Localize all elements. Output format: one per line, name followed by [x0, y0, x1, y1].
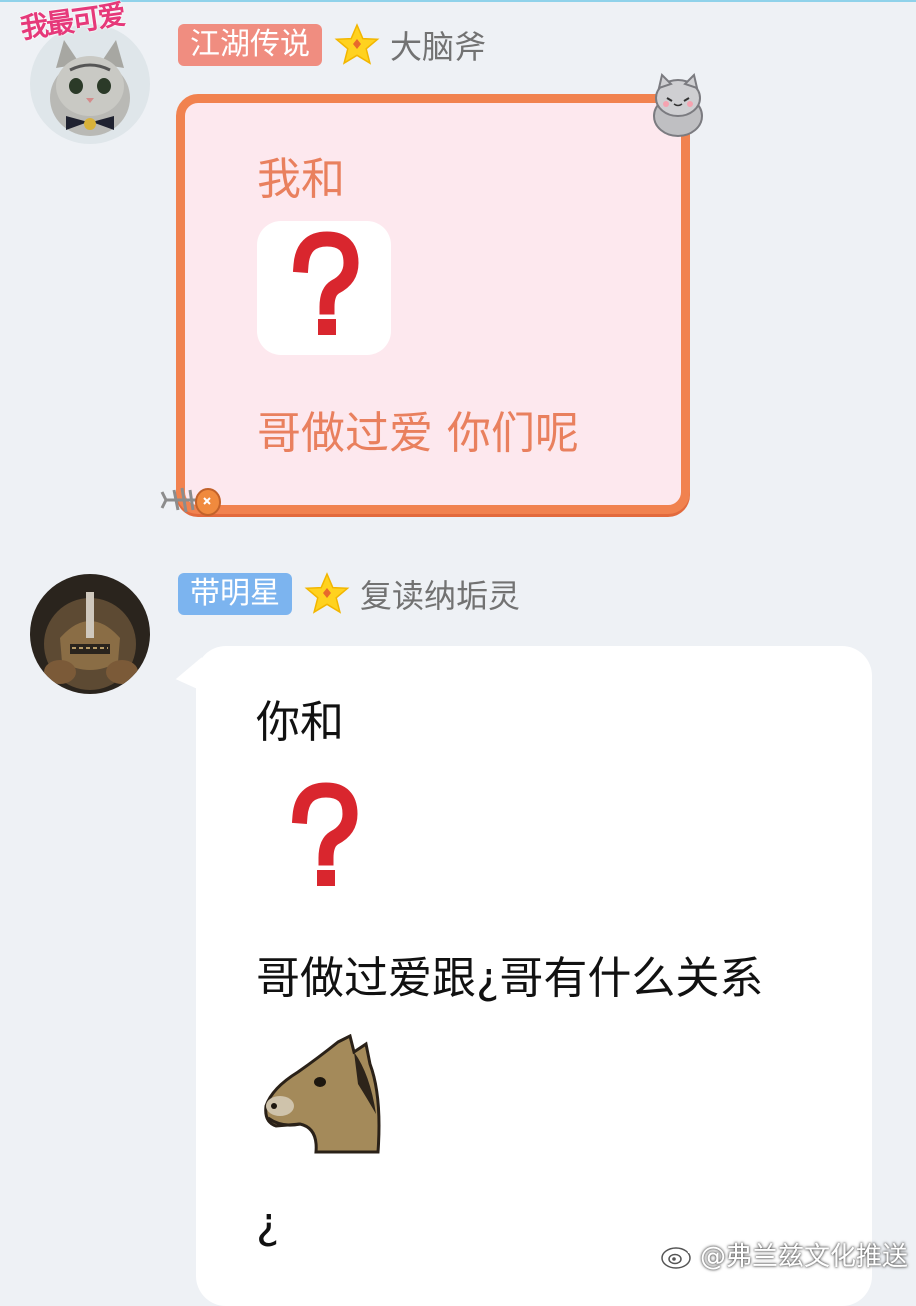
star-icon: [334, 23, 380, 65]
question-mark-sticker: [257, 221, 391, 355]
fishbone-decoration-icon: [160, 487, 221, 516]
top-divider: [0, 0, 916, 2]
star-icon: [304, 572, 350, 614]
question-mark-icon: [256, 772, 390, 906]
watermark-text: @弗兰兹文化推送: [699, 1242, 908, 1272]
avatar[interactable]: [30, 574, 150, 694]
message-bubble[interactable]: 我和 哥做过爱 你们呢: [176, 94, 690, 514]
sender-nickname: 复读纳垢灵: [360, 577, 521, 615]
horse-head-sticker: [258, 1034, 388, 1158]
sender-row: 江湖传说 大脑斧: [178, 22, 486, 68]
armored-warrior-avatar-icon: [30, 574, 150, 694]
message-text: ¿: [256, 1198, 280, 1249]
message-text: 哥做过爱跟¿哥有什么关系: [256, 953, 764, 1004]
sender-row: 带明星 复读纳垢灵: [178, 571, 520, 617]
question-mark-icon: [292, 231, 359, 335]
message-bubble[interactable]: 你和 哥做过爱跟¿哥有什么关系 ¿: [196, 646, 872, 1306]
title-badge: 带明星: [178, 573, 292, 615]
cat-decoration-icon: [653, 73, 703, 137]
weibo-icon: [661, 1242, 694, 1269]
message-text: 哥做过爱 你们呢: [257, 408, 579, 459]
sender-nickname: 大脑斧: [390, 28, 487, 66]
horse-head-icon: [264, 1034, 381, 1154]
title-badge: 江湖传说: [178, 24, 322, 66]
question-mark-sticker: [256, 772, 390, 906]
message-text: 你和: [256, 697, 344, 748]
message-text: 我和: [257, 154, 345, 205]
watermark: @弗兰兹文化推送: [660, 1236, 908, 1273]
